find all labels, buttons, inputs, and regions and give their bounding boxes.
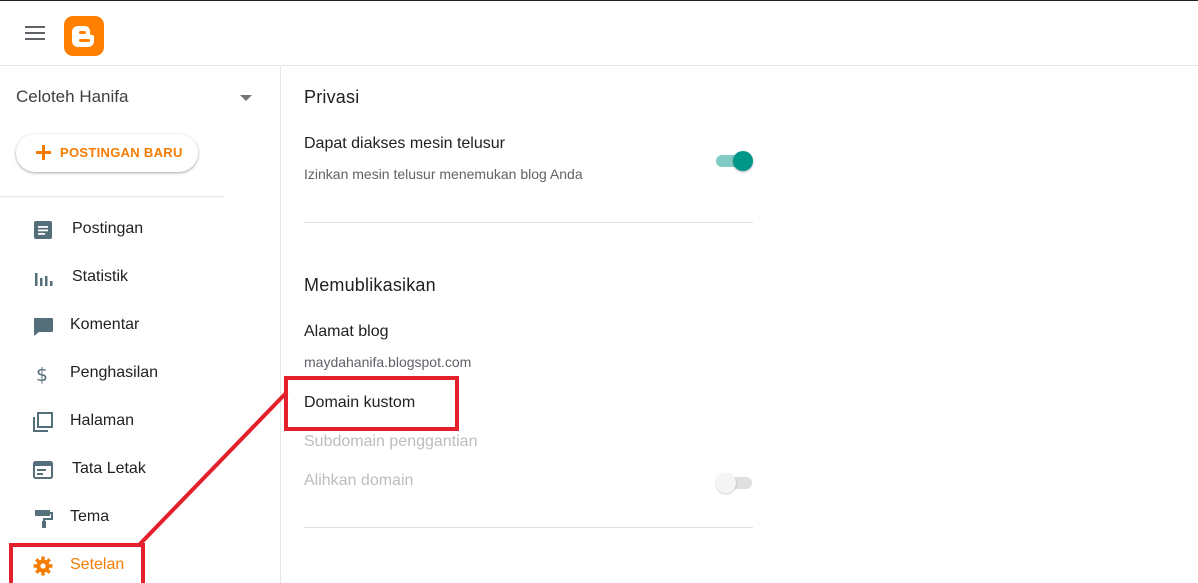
- search-visible-toggle[interactable]: [716, 149, 754, 171]
- new-post-button[interactable]: POSTINGAN BARU: [16, 134, 198, 172]
- setting-blog-address-value: maydahanifa.blogspot.com: [304, 354, 472, 370]
- sidebar-item-label: Penghasilan: [70, 364, 159, 381]
- sidebar-item-penghasilan[interactable]: $ Penghasilan: [0, 353, 260, 393]
- gear-icon: [32, 555, 54, 577]
- pages-icon: [32, 411, 54, 433]
- top-bar: [0, 0, 1198, 66]
- section-title-privacy: Privasi: [304, 87, 360, 107]
- sidebar-item-label: Komentar: [70, 316, 140, 333]
- new-post-label: POSTINGAN BARU: [60, 145, 183, 160]
- toggle-knob: [733, 151, 753, 171]
- sidebar: Celoteh Hanifa POSTINGAN BARU Postingan …: [0, 66, 281, 583]
- setting-search-visible-desc: Izinkan mesin telusur menemukan blog And…: [304, 166, 583, 182]
- setting-blog-address-title[interactable]: Alamat blog: [304, 323, 389, 341]
- toggle-knob: [716, 473, 736, 493]
- section-divider: [304, 222, 753, 223]
- comment-icon: [32, 315, 54, 337]
- plus-icon: [36, 145, 51, 160]
- dropdown-arrow-icon: [240, 95, 252, 101]
- section-divider: [304, 527, 753, 528]
- svg-text:$: $: [36, 364, 48, 385]
- hamburger-menu-icon[interactable]: [25, 26, 46, 42]
- blog-selector[interactable]: Celoteh Hanifa: [16, 86, 256, 108]
- sidebar-item-tema[interactable]: Tema: [0, 497, 260, 537]
- sidebar-item-statistik[interactable]: Statistik: [0, 257, 260, 297]
- setting-search-visible-title: Dapat diakses mesin telusur: [304, 135, 505, 152]
- layout-icon: [32, 459, 54, 481]
- setting-redirect-domain: Alihkan domain: [304, 472, 414, 489]
- sidebar-item-setelan[interactable]: Setelan: [0, 545, 260, 583]
- redirect-domain-toggle[interactable]: [716, 471, 754, 493]
- sidebar-divider: [0, 196, 224, 197]
- stats-icon: [32, 267, 54, 289]
- setting-fallback-subdomain: Subdomain penggantian: [304, 433, 478, 450]
- sidebar-item-komentar[interactable]: Komentar: [0, 305, 260, 345]
- sidebar-item-postingan[interactable]: Postingan: [0, 209, 260, 249]
- sidebar-item-label: Halaman: [70, 412, 135, 429]
- dollar-icon: $: [32, 363, 54, 386]
- sidebar-item-label: Statistik: [72, 268, 129, 285]
- paint-roller-icon: [32, 507, 54, 529]
- sidebar-item-label: Setelan: [70, 556, 125, 573]
- sidebar-item-tata-letak[interactable]: Tata Letak: [0, 449, 260, 489]
- blogger-logo-icon[interactable]: [64, 16, 104, 56]
- section-title-publishing: Memublikasikan: [304, 275, 436, 295]
- sidebar-item-halaman[interactable]: Halaman: [0, 401, 260, 441]
- setting-custom-domain[interactable]: Domain kustom: [304, 394, 415, 412]
- sidebar-item-label: Postingan: [72, 220, 144, 237]
- blog-name: Celoteh Hanifa: [16, 87, 129, 106]
- sidebar-item-label: Tema: [70, 508, 110, 525]
- posts-icon: [32, 219, 54, 241]
- sidebar-item-label: Tata Letak: [72, 460, 146, 477]
